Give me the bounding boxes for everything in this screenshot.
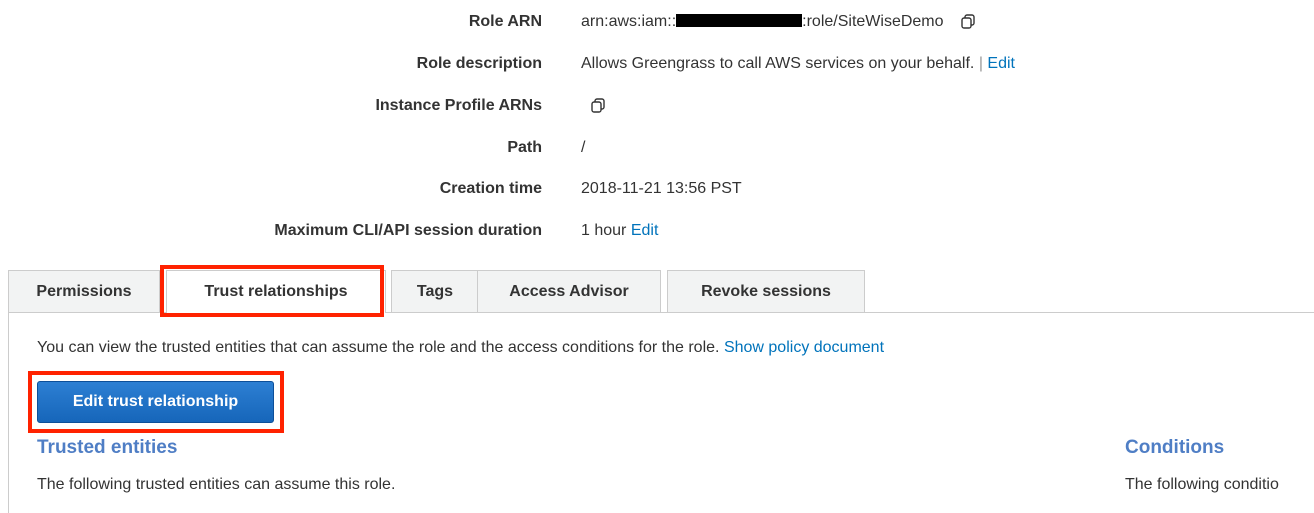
instance-profile-arns-label: Instance Profile ARNs (375, 97, 542, 114)
tab-access-advisor[interactable]: Access Advisor (477, 270, 661, 312)
role-description-value: Allows Greengrass to call AWS services o… (581, 55, 1015, 73)
role-arn-suffix: :role/SiteWiseDemo (802, 13, 944, 30)
role-arn-value: arn:aws:iam:::role/SiteWiseDemo (581, 13, 976, 31)
copy-icon[interactable] (590, 97, 606, 113)
instance-profile-arns-value (590, 97, 606, 115)
max-session-duration-text: 1 hour (581, 222, 627, 239)
copy-icon[interactable] (960, 13, 976, 29)
tab-tags[interactable]: Tags (391, 270, 479, 312)
role-arn-row: Role ARN arn:aws:iam:::role/SiteWiseDemo (0, 13, 1314, 37)
role-description-text: Allows Greengrass to call AWS services o… (581, 55, 975, 72)
edit-description-link[interactable]: Edit (987, 55, 1015, 72)
trusted-entities-text: The following trusted entities can assum… (37, 476, 396, 493)
conditions-heading: Conditions (1125, 437, 1225, 458)
separator: | (978, 55, 983, 72)
max-session-duration-row: Maximum CLI/API session duration 1 hour … (0, 222, 1314, 246)
role-description-label: Role description (416, 55, 542, 72)
edit-trust-relationship-button[interactable]: Edit trust relationship (37, 381, 274, 423)
role-summary-page: Role ARN arn:aws:iam:::role/SiteWiseDemo… (0, 0, 1314, 513)
role-description-row: Role description Allows Greengrass to ca… (0, 55, 1314, 79)
max-session-duration-label: Maximum CLI/API session duration (274, 222, 542, 239)
instance-profile-arns-row: Instance Profile ARNs (0, 97, 1314, 121)
redaction-bar (676, 14, 803, 27)
show-policy-document-link[interactable]: Show policy document (724, 339, 884, 356)
path-row: Path / (0, 139, 1314, 163)
trust-intro-text: You can view the trusted entities that c… (37, 339, 720, 356)
trusted-entities-heading: Trusted entities (37, 437, 178, 458)
role-arn-prefix: arn:aws:iam:: (581, 13, 677, 30)
tab-revoke-sessions[interactable]: Revoke sessions (667, 270, 865, 312)
tab-permissions[interactable]: Permissions (8, 270, 160, 312)
trust-intro: You can view the trusted entities that c… (37, 339, 884, 357)
creation-time-label: Creation time (439, 180, 542, 197)
path-value: / (581, 139, 586, 156)
role-arn-label: Role ARN (468, 13, 542, 30)
max-session-duration-value: 1 hour Edit (581, 222, 658, 240)
conditions-text: The following conditio (1125, 476, 1279, 493)
path-label: Path (507, 139, 542, 156)
creation-time-value: 2018-11-21 13:56 PST (581, 180, 742, 197)
tab-trust-relationships[interactable]: Trust relationships (166, 270, 386, 313)
edit-session-duration-link[interactable]: Edit (631, 222, 659, 239)
creation-time-row: Creation time 2018-11-21 13:56 PST (0, 180, 1314, 204)
